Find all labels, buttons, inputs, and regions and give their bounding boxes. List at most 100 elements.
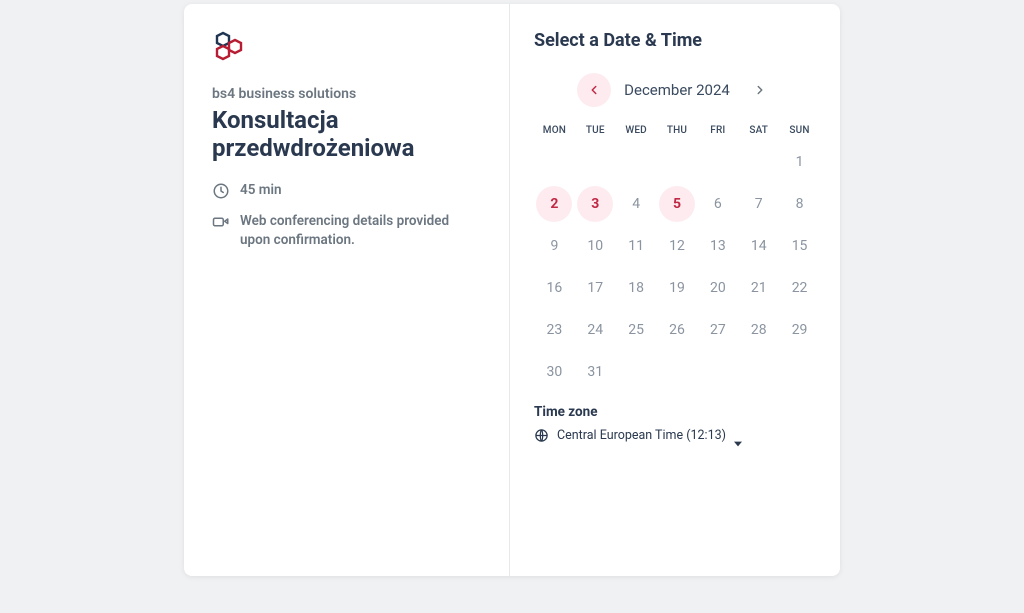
weekday-header: FRI <box>697 125 738 136</box>
day-unavailable: 4 <box>618 186 654 222</box>
day-unavailable: 24 <box>577 312 613 348</box>
organizer-name: bs4 business solutions <box>212 86 481 102</box>
day-cell: 4 <box>616 186 657 222</box>
organizer-logo <box>212 30 481 68</box>
day-cell: 22 <box>779 270 820 306</box>
chevron-left-icon <box>587 83 601 97</box>
day-cell: 14 <box>738 228 779 264</box>
select-date-heading: Select a Date & Time <box>534 30 820 51</box>
day-unavailable: 23 <box>536 312 572 348</box>
day-cell: 5 <box>657 186 698 222</box>
timezone-picker[interactable]: Central European Time (12:13) <box>534 428 820 443</box>
day-unavailable: 26 <box>659 312 695 348</box>
globe-icon <box>534 428 549 443</box>
weekday-header: SUN <box>779 125 820 136</box>
day-cell: 21 <box>738 270 779 306</box>
day-unavailable: 12 <box>659 228 695 264</box>
hexagon-logo-icon <box>212 30 246 64</box>
day-available[interactable]: 5 <box>659 186 695 222</box>
day-available[interactable]: 2 <box>536 186 572 222</box>
day-unavailable: 27 <box>700 312 736 348</box>
day-cell: 19 <box>657 270 698 306</box>
video-icon <box>212 213 230 231</box>
weekday-header: MON <box>534 125 575 136</box>
day-cell: 23 <box>534 312 575 348</box>
day-cell: 16 <box>534 270 575 306</box>
weekday-header: SAT <box>738 125 779 136</box>
day-cell: 15 <box>779 228 820 264</box>
day-cell: 26 <box>657 312 698 348</box>
day-cell: 12 <box>657 228 698 264</box>
clock-icon <box>212 182 230 200</box>
day-cell: 11 <box>616 228 657 264</box>
day-cell <box>616 144 657 180</box>
day-unavailable: 29 <box>782 312 818 348</box>
timezone-value: Central European Time (12:13) <box>557 428 726 443</box>
day-unavailable: 31 <box>577 354 613 390</box>
day-cell: 30 <box>534 354 575 390</box>
timezone-section: Time zone Central European Time (12:13) <box>534 404 820 443</box>
day-unavailable: 22 <box>782 270 818 306</box>
day-cell: 31 <box>575 354 616 390</box>
day-cell: 13 <box>697 228 738 264</box>
day-unavailable: 13 <box>700 228 736 264</box>
day-unavailable: 11 <box>618 228 654 264</box>
conferencing-text: Web conferencing details provided upon c… <box>240 212 481 250</box>
day-unavailable: 10 <box>577 228 613 264</box>
day-unavailable: 28 <box>741 312 777 348</box>
day-cell <box>697 144 738 180</box>
day-cell: 2 <box>534 186 575 222</box>
day-available[interactable]: 3 <box>577 186 613 222</box>
day-cell: 9 <box>534 228 575 264</box>
day-unavailable: 16 <box>536 270 572 306</box>
day-cell: 18 <box>616 270 657 306</box>
day-unavailable: 17 <box>577 270 613 306</box>
day-cell: 27 <box>697 312 738 348</box>
prev-month-button[interactable] <box>577 73 611 107</box>
day-unavailable: 7 <box>741 186 777 222</box>
weekday-header: TUE <box>575 125 616 136</box>
day-cell: 6 <box>697 186 738 222</box>
day-cell: 25 <box>616 312 657 348</box>
day-cell: 29 <box>779 312 820 348</box>
conferencing-row: Web conferencing details provided upon c… <box>212 212 481 250</box>
day-unavailable: 14 <box>741 228 777 264</box>
caret-down-icon <box>734 432 742 440</box>
month-label: December 2024 <box>617 81 737 99</box>
day-unavailable: 9 <box>536 228 572 264</box>
month-navigation: December 2024 <box>534 73 820 107</box>
weekday-header: WED <box>616 125 657 136</box>
weekday-row: MONTUEWEDTHUFRISATSUN <box>534 125 820 136</box>
day-cell: 1 <box>779 144 820 180</box>
weekday-header: THU <box>657 125 698 136</box>
day-cell: 3 <box>575 186 616 222</box>
day-grid: 1234567891011121314151617181920212223242… <box>534 144 820 390</box>
calendar-pane: Select a Date & Time December 2024 MONTU… <box>510 4 840 576</box>
day-unavailable: 20 <box>700 270 736 306</box>
day-cell <box>738 144 779 180</box>
calendar-grid: MONTUEWEDTHUFRISATSUN 123456789101112131… <box>534 125 820 390</box>
day-unavailable: 30 <box>536 354 572 390</box>
day-cell: 20 <box>697 270 738 306</box>
duration-row: 45 min <box>212 181 481 200</box>
day-unavailable: 19 <box>659 270 695 306</box>
day-unavailable: 21 <box>741 270 777 306</box>
day-cell: 7 <box>738 186 779 222</box>
day-unavailable: 15 <box>782 228 818 264</box>
chevron-right-icon <box>753 83 767 97</box>
day-unavailable: 18 <box>618 270 654 306</box>
day-cell <box>657 144 698 180</box>
duration-text: 45 min <box>240 181 282 200</box>
next-month-button[interactable] <box>743 73 777 107</box>
day-cell: 28 <box>738 312 779 348</box>
event-info-pane: bs4 business solutions Konsultacja przed… <box>184 4 510 576</box>
day-cell: 10 <box>575 228 616 264</box>
day-unavailable: 8 <box>782 186 818 222</box>
scheduler-card: bs4 business solutions Konsultacja przed… <box>184 4 840 576</box>
event-title: Konsultacja przedwdrożeniowa <box>212 106 481 163</box>
day-unavailable: 1 <box>782 144 818 180</box>
day-cell: 24 <box>575 312 616 348</box>
day-unavailable: 25 <box>618 312 654 348</box>
timezone-label: Time zone <box>534 404 820 420</box>
day-cell <box>534 144 575 180</box>
